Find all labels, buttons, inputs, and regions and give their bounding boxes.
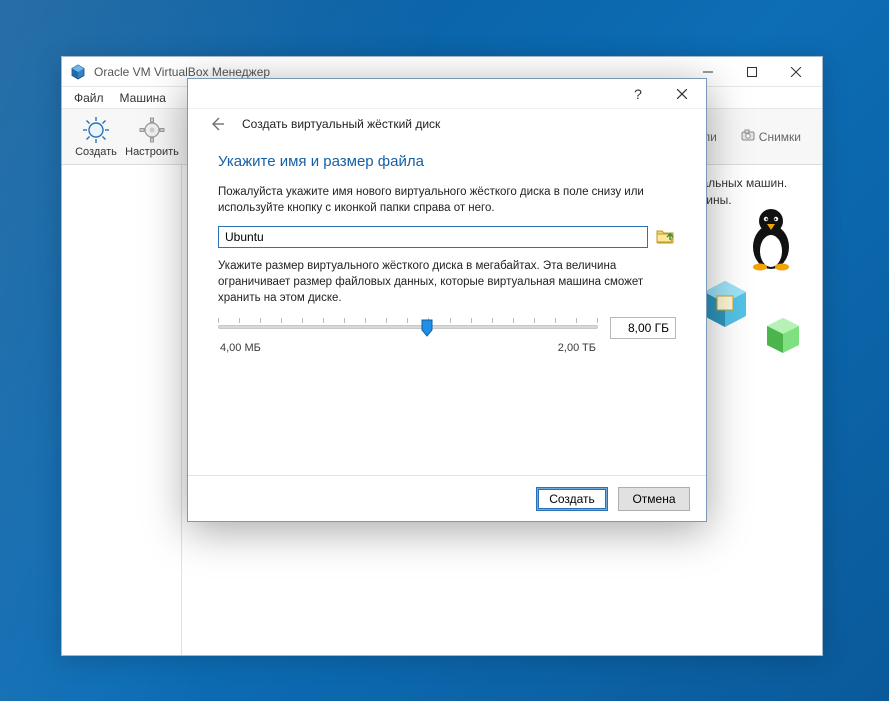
welcome-line-1: туальных машин. xyxy=(690,175,810,192)
sun-gear-icon xyxy=(82,116,110,144)
dialog-body: Укажите имя и размер файла Пожалуйста ук… xyxy=(188,145,706,358)
section-title: Укажите имя и размер файла xyxy=(218,153,676,170)
dialog-titlebar: ? xyxy=(188,79,706,109)
vm-list-sidebar[interactable] xyxy=(62,165,182,655)
tab-snapshots[interactable]: Снимки xyxy=(732,125,810,149)
virtualbox-logo-icon xyxy=(70,64,86,80)
dialog-close-button[interactable] xyxy=(660,80,704,108)
slider-thumb[interactable] xyxy=(421,319,433,337)
back-button[interactable] xyxy=(206,113,228,135)
create-button[interactable]: Создать xyxy=(536,487,608,511)
toolbar-create-label: Создать xyxy=(75,146,117,158)
size-slider[interactable] xyxy=(218,316,598,340)
dialog-header: Создать виртуальный жёсткий диск xyxy=(188,109,706,145)
welcome-illustration xyxy=(692,205,812,365)
window-title: Oracle VM VirtualBox Менеджер xyxy=(94,65,270,79)
gear-icon xyxy=(138,116,166,144)
toolbar-configure-button[interactable]: Настроить xyxy=(124,112,180,162)
size-value-box[interactable]: 8,00 ГБ xyxy=(610,317,676,339)
cube-small-icon xyxy=(762,315,804,357)
dialog-help-button[interactable]: ? xyxy=(616,80,660,108)
size-value-label: 8,00 ГБ xyxy=(628,321,669,335)
slider-ticks xyxy=(218,318,598,324)
filename-row xyxy=(218,226,676,248)
slider-range-labels: 4,00 МБ 2,00 TБ xyxy=(218,342,598,354)
slider-max-label: 2,00 TБ xyxy=(558,342,596,354)
toolbar-create-button[interactable]: Создать xyxy=(68,112,124,162)
browse-folder-button[interactable] xyxy=(654,226,676,248)
desc-filename: Пожалуйста укажите имя нового виртуально… xyxy=(218,184,676,216)
dialog-header-title: Создать виртуальный жёсткий диск xyxy=(242,117,440,131)
window-maximize-button[interactable] xyxy=(730,58,774,86)
filename-input[interactable] xyxy=(218,226,648,248)
window-close-button[interactable] xyxy=(774,58,818,86)
desc-size: Укажите размер виртуального жёсткого дис… xyxy=(218,258,676,306)
menu-file[interactable]: Файл xyxy=(66,89,112,107)
toolbar-configure-label: Настроить xyxy=(125,146,179,158)
camera-icon xyxy=(741,128,755,145)
cancel-button[interactable]: Отмена xyxy=(618,487,690,511)
penguin-icon xyxy=(742,205,800,271)
create-vhd-dialog: ? Создать виртуальный жёсткий диск Укажи… xyxy=(187,78,707,522)
menu-machine[interactable]: Машина xyxy=(112,89,174,107)
tab-snapshots-label: Снимки xyxy=(759,130,801,144)
dialog-footer: Создать Отмена xyxy=(188,475,706,521)
folder-icon xyxy=(656,228,674,247)
slider-min-label: 4,00 МБ xyxy=(220,342,261,354)
size-slider-row: 8,00 ГБ xyxy=(218,316,676,340)
